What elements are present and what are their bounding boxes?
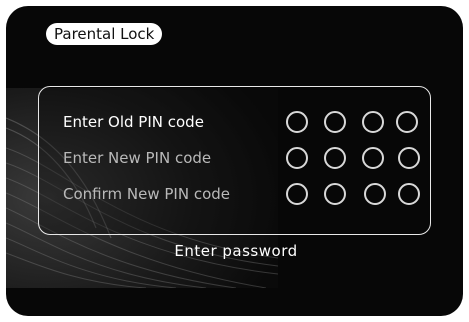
pin-digit-placeholder xyxy=(396,111,418,133)
confirm-pin-row[interactable]: Confirm New PIN code xyxy=(39,181,430,207)
pin-digit-placeholder xyxy=(324,183,346,205)
confirm-pin-label: Confirm New PIN code xyxy=(63,185,231,203)
new-pin-row[interactable]: Enter New PIN code xyxy=(39,145,430,171)
pin-digit-placeholder xyxy=(286,111,308,133)
parental-lock-screen: Parental Lock Enter Old PIN code Enter N… xyxy=(6,6,463,316)
pin-digit-placeholder xyxy=(362,147,384,169)
old-pin-label: Enter Old PIN code xyxy=(63,113,204,131)
pin-digit-placeholder xyxy=(286,147,308,169)
pin-digit-placeholder xyxy=(324,111,346,133)
old-pin-row[interactable]: Enter Old PIN code xyxy=(39,109,430,135)
pin-digit-placeholder xyxy=(286,183,308,205)
pin-digit-placeholder xyxy=(398,147,420,169)
new-pin-label: Enter New PIN code xyxy=(63,149,212,167)
pin-entry-panel: Enter Old PIN code Enter New PIN code Co… xyxy=(38,86,431,235)
pin-digit-placeholder xyxy=(364,183,386,205)
page-title: Parental Lock xyxy=(46,23,163,45)
enter-password-hint: Enter password xyxy=(174,242,298,260)
pin-digit-placeholder xyxy=(324,147,346,169)
pin-digit-placeholder xyxy=(398,183,420,205)
pin-digit-placeholder xyxy=(362,111,384,133)
